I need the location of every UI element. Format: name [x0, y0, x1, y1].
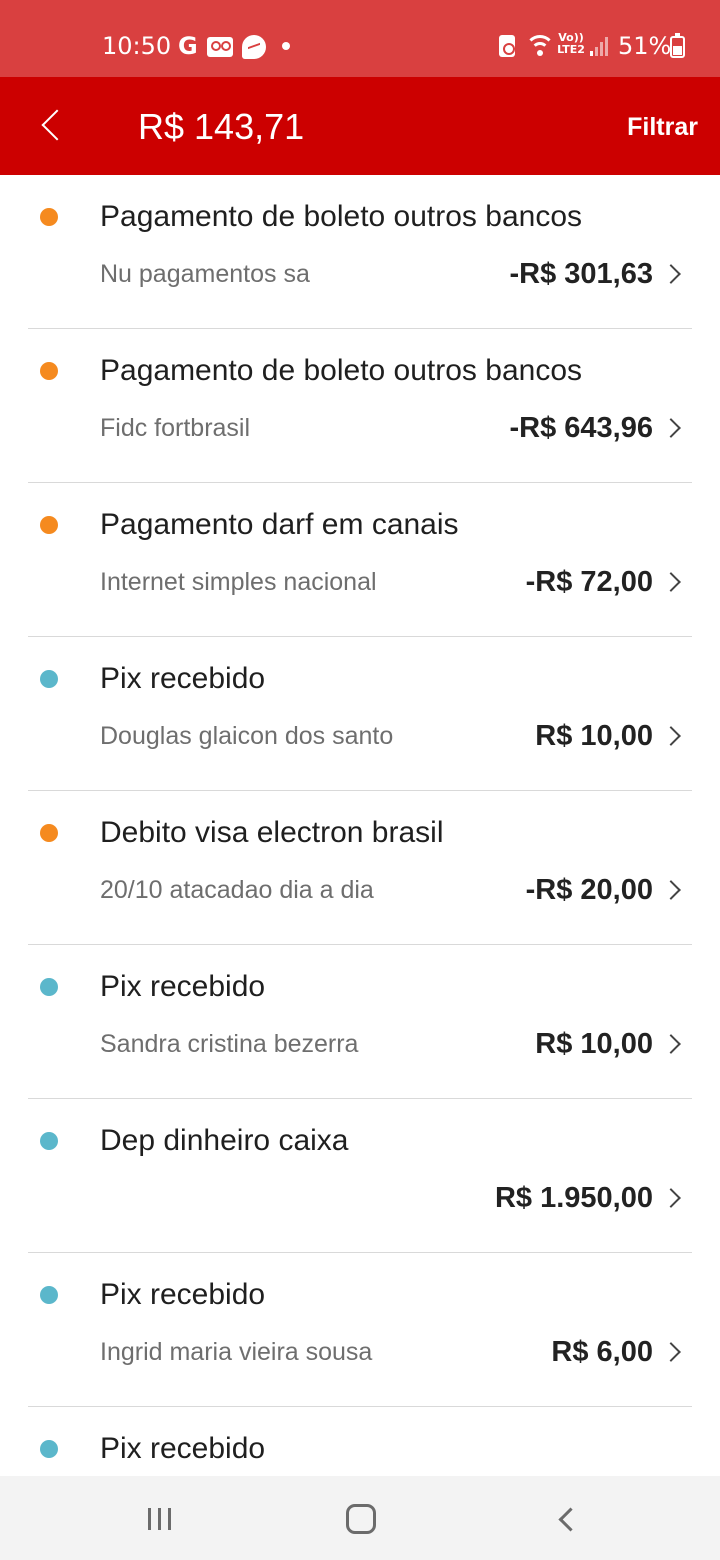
- credit-status-dot: [40, 1440, 58, 1458]
- transaction-title: Pagamento de boleto outros bancos: [100, 200, 583, 233]
- transaction-description: Internet simples nacional: [100, 568, 377, 596]
- transaction-row[interactable]: Pagamento darf em canais Internet simples…: [0, 483, 720, 637]
- debit-status-dot: [40, 208, 58, 226]
- transaction-row[interactable]: Pagamento de boleto outros bancos Nu paga…: [0, 175, 720, 329]
- transaction-description: Sandra cristina bezerra: [100, 1030, 359, 1058]
- transaction-amount: R$ 10,00: [535, 720, 653, 752]
- voicemail-icon: [207, 37, 233, 57]
- transaction-title: Pix recebido: [100, 970, 266, 1003]
- transaction-description: Ingrid maria vieira sousa: [100, 1338, 373, 1366]
- filter-button[interactable]: Filtrar: [627, 111, 698, 143]
- chevron-right-icon: [661, 1034, 681, 1054]
- transaction-amount: R$ 6,00: [551, 1336, 653, 1368]
- transaction-description: Fidc fortbrasil: [100, 414, 251, 442]
- transaction-amount: R$ 10,00: [535, 1028, 653, 1060]
- chevron-right-icon: [661, 264, 681, 284]
- transaction-description: Nu pagamentos sa: [100, 260, 310, 288]
- transaction-title: Pix recebido: [100, 662, 266, 695]
- signal-icon: [590, 36, 610, 56]
- transaction-title: Pix recebido: [100, 1432, 266, 1465]
- transaction-title: Debito visa electron brasil: [100, 816, 444, 849]
- credit-status-dot: [40, 1286, 58, 1304]
- debit-status-dot: [40, 516, 58, 534]
- status-time: 10:50: [102, 32, 172, 60]
- transaction-title: Dep dinheiro caixa: [100, 1124, 349, 1157]
- google-icon: G: [178, 32, 198, 60]
- battery-saver-icon: [499, 35, 515, 57]
- wifi-icon: [524, 33, 556, 59]
- battery-icon: [670, 33, 685, 58]
- chevron-left-icon: [41, 109, 73, 141]
- back-button[interactable]: [22, 97, 78, 155]
- debit-status-dot: [40, 362, 58, 380]
- chevron-right-icon: [661, 418, 681, 438]
- transaction-list: Pagamento de boleto outros bancos Nu paga…: [0, 175, 720, 1476]
- debit-status-dot: [40, 824, 58, 842]
- transaction-title: Pagamento darf em canais: [100, 508, 459, 541]
- home-button[interactable]: [346, 1504, 376, 1534]
- transaction-row[interactable]: Dep dinheiro caixa R$ 1.950,00: [0, 1099, 720, 1253]
- system-back-button[interactable]: [548, 1502, 584, 1538]
- messenger-icon: [242, 35, 266, 59]
- lte-label: LTE2: [557, 43, 585, 56]
- status-bar: 10:50 G Vo)) LTE2 51%: [0, 0, 720, 77]
- transaction-amount: -R$ 301,63: [509, 258, 654, 290]
- transaction-title: Pix recebido: [100, 1278, 266, 1311]
- chevron-right-icon: [661, 1342, 681, 1362]
- system-nav-bar: [0, 1476, 720, 1560]
- app-header: R$ 143,71 Filtrar: [0, 77, 720, 175]
- transaction-description: 20/10 atacadao dia a dia: [100, 876, 374, 904]
- transaction-row[interactable]: Pix recebido Douglas glaicon dos santo R$ …: [0, 637, 720, 791]
- battery-percent: 51%: [618, 32, 672, 60]
- chevron-right-icon: [661, 880, 681, 900]
- balance-title: R$ 143,71: [138, 106, 305, 147]
- system-back-icon: [558, 1507, 583, 1532]
- transaction-amount: -R$ 72,00: [525, 566, 653, 598]
- chevron-right-icon: [661, 572, 681, 592]
- transaction-row[interactable]: Pix recebido Ingrid maria vieira sousa R$ …: [0, 1253, 720, 1407]
- transaction-amount: -R$ 643,96: [509, 412, 654, 444]
- transaction-row[interactable]: Debito visa electron brasil 20/10 atacada…: [0, 791, 720, 945]
- volte-indicator: Vo)) LTE2: [556, 32, 586, 56]
- transaction-title: Pagamento de boleto outros bancos: [100, 354, 583, 387]
- transaction-description: Douglas glaicon dos santo: [100, 722, 394, 750]
- transaction-row[interactable]: Pagamento de boleto outros bancos Fidc fo…: [0, 329, 720, 483]
- credit-status-dot: [40, 1132, 58, 1150]
- credit-status-dot: [40, 670, 58, 688]
- credit-status-dot: [40, 978, 58, 996]
- transaction-row[interactable]: Pix recebido Sandra cristina bezerra R$ 10…: [0, 945, 720, 1099]
- transaction-amount: -R$ 20,00: [525, 874, 653, 906]
- transaction-amount: R$ 1.950,00: [494, 1182, 653, 1214]
- more-notifications-dot-icon: [282, 42, 290, 50]
- transaction-row[interactable]: Pix recebido: [0, 1407, 720, 1476]
- chevron-right-icon: [661, 1188, 681, 1208]
- recent-apps-button[interactable]: [140, 1502, 180, 1536]
- chevron-right-icon: [661, 726, 681, 746]
